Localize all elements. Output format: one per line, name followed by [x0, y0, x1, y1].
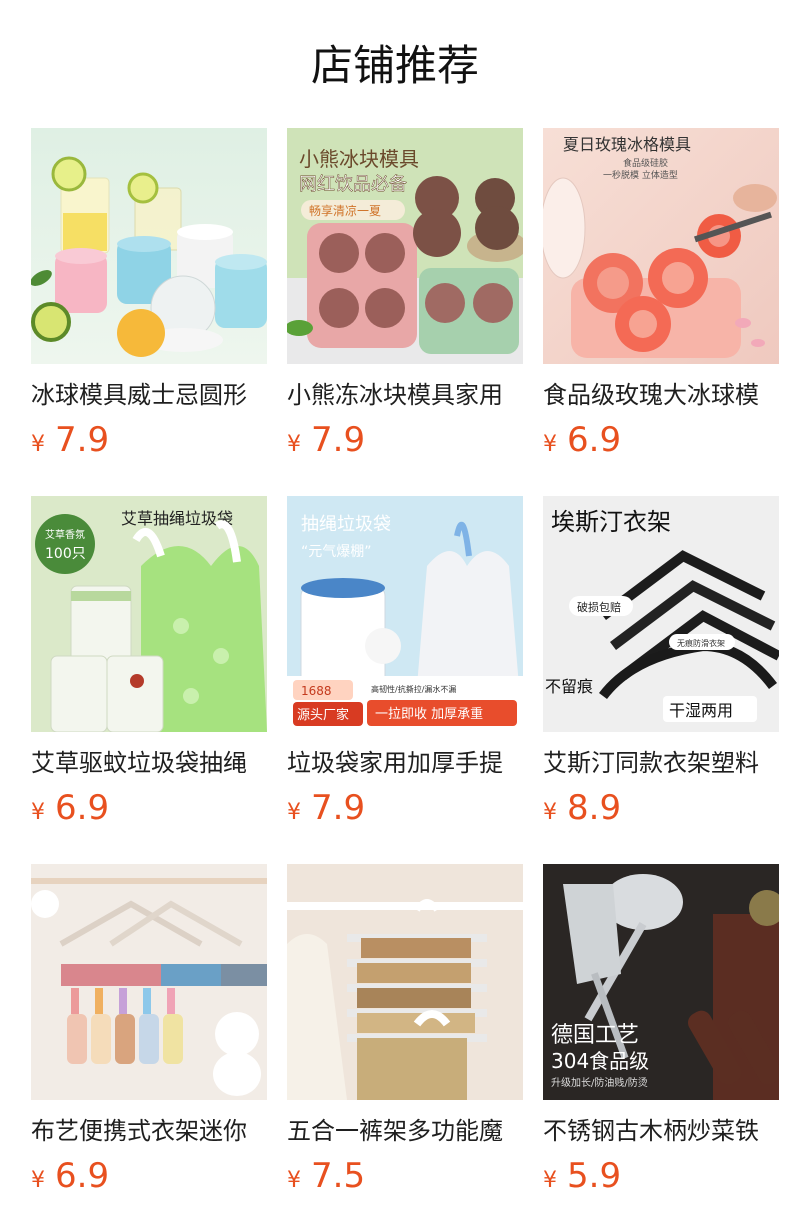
black-hangers-image: 埃斯汀衣架 破损包赔 无痕防滑衣架 不留痕 干湿两用	[543, 496, 779, 732]
product-card[interactable]: 小熊冰块模具 网红饮品必备 畅享清凉一夏 小熊冻冰块模具家用 ¥ 7.9	[287, 128, 523, 482]
image-badge: 艾草香氛	[45, 528, 85, 541]
price-amount: 6.9	[55, 788, 110, 828]
image-badge: 源头厂家	[297, 707, 349, 723]
product-image[interactable]: 小熊冰块模具 网红饮品必备 畅享清凉一夏	[287, 128, 523, 364]
product-card[interactable]: 艾草抽绳垃圾袋 艾草香氛 100只 艾草驱蚊垃圾袋抽绳 ¥ 6.9	[31, 496, 267, 850]
product-card[interactable]: 五合一裤架多功能魔 ¥7.5	[287, 864, 523, 1218]
rose-ice-mold-image: 夏日玫瑰冰格模具 食品级硅胶 一秒脱模 立体造型	[543, 128, 779, 364]
image-caption: 食品级硅胶	[623, 157, 668, 169]
image-caption: 一秒脱模 立体造型	[603, 169, 678, 181]
product-name: 食品级玫瑰大冰球模	[543, 381, 759, 409]
drawstring-trash-bag-image: 抽绳垃圾袋 “元气爆棚” 1688 源头厂家 高韧性/抗撕拉/漏水不漏 一拉即收…	[287, 496, 523, 732]
price-amount: 7.9	[311, 788, 366, 828]
product-card[interactable]: 德国工艺 304食品级 升级加长/防油贱/防烫 不锈钢古木柄炒菜铁 ¥5.9	[543, 864, 779, 1218]
product-name: 小熊冻冰块模具家用	[287, 381, 503, 409]
image-caption: 夏日玫瑰冰格模具	[563, 135, 691, 154]
price-amount: 6.9	[567, 420, 622, 460]
product-image[interactable]: 艾草抽绳垃圾袋 艾草香氛 100只	[31, 496, 267, 732]
price-amount: 6.9	[55, 1156, 110, 1196]
product-grid: 冰球模具威士忌圆形 ¥7.9 小熊冰块模具 网红饮品必备 畅享清凉一夏 小熊冻冰…	[31, 128, 779, 1218]
image-caption: 一拉即收 加厚承重	[375, 706, 483, 722]
product-name: 不锈钢古木柄炒菜铁	[543, 1117, 759, 1145]
image-caption: 埃斯汀衣架	[551, 508, 671, 536]
product-price: ¥7.9	[31, 420, 267, 460]
currency-symbol: ¥	[287, 1168, 301, 1193]
product-card[interactable]: 埃斯汀衣架 破损包赔 无痕防滑衣架 不留痕 干湿两用 艾斯汀同款衣架塑料 ¥ 8…	[543, 496, 779, 850]
currency-symbol: ¥	[287, 800, 301, 825]
currency-symbol: ¥	[543, 800, 557, 825]
currency-symbol: ¥	[543, 432, 557, 457]
product-price: ¥6.9	[543, 420, 779, 460]
product-image[interactable]	[31, 864, 267, 1100]
pants-rack-image	[287, 864, 523, 1100]
currency-symbol: ¥	[543, 1168, 557, 1193]
product-image[interactable]: 德国工艺 304食品级 升级加长/防油贱/防烫	[543, 864, 779, 1100]
price-amount: 7.5	[311, 1156, 366, 1196]
product-image[interactable]: 夏日玫瑰冰格模具 食品级硅胶 一秒脱模 立体造型	[543, 128, 779, 364]
image-caption: 高韧性/抗撕拉/漏水不漏	[371, 684, 456, 694]
image-caption: 小熊冰块模具	[299, 147, 419, 171]
product-card[interactable]: 布艺便携式衣架迷你 ¥6.9	[31, 864, 267, 1218]
currency-symbol: ¥	[31, 432, 45, 457]
image-caption: 抽绳垃圾袋	[301, 514, 391, 535]
ice-ball-molds-image	[31, 128, 267, 364]
page-title: 店铺推荐	[310, 41, 479, 90]
price-amount: 8.9	[567, 788, 622, 828]
product-price: ¥8.9	[543, 788, 779, 828]
product-name: 冰球模具威士忌圆形	[31, 381, 247, 409]
product-name: 五合一裤架多功能魔	[287, 1117, 503, 1145]
product-image[interactable]: 埃斯汀衣架 破损包赔 无痕防滑衣架 不留痕 干湿两用	[543, 496, 779, 732]
product-price: ¥7.9	[287, 788, 523, 828]
product-name: 垃圾袋家用加厚手提	[287, 749, 503, 777]
price-amount: 5.9	[567, 1156, 622, 1196]
price-amount: 7.9	[55, 420, 110, 460]
sock-clip-hanger-image	[31, 864, 267, 1100]
image-badge: 1688	[301, 684, 332, 698]
image-caption: 不留痕	[545, 677, 593, 696]
image-caption: 升级加长/防油贱/防烫	[551, 1076, 648, 1089]
image-caption: 艾草抽绳垃圾袋	[121, 509, 233, 528]
image-caption: 畅享清凉一夏	[309, 203, 381, 218]
product-image[interactable]: 抽绳垃圾袋 “元气爆棚” 1688 源头厂家 高韧性/抗撕拉/漏水不漏 一拉即收…	[287, 496, 523, 732]
image-badge: 100只	[45, 546, 86, 562]
product-card[interactable]: 冰球模具威士忌圆形 ¥7.9	[31, 128, 267, 482]
product-name: 布艺便携式衣架迷你	[31, 1117, 247, 1145]
currency-symbol: ¥	[31, 800, 45, 825]
image-caption: 干湿两用	[669, 701, 733, 720]
product-price: ¥6.9	[31, 788, 267, 828]
product-card[interactable]: 抽绳垃圾袋 “元气爆棚” 1688 源头厂家 高韧性/抗撕拉/漏水不漏 一拉即收…	[287, 496, 523, 850]
product-card[interactable]: 夏日玫瑰冰格模具 食品级硅胶 一秒脱模 立体造型 食品级玫瑰大冰球模 ¥ 6.9	[543, 128, 779, 482]
product-price: ¥5.9	[543, 1156, 779, 1196]
product-image[interactable]	[31, 128, 267, 364]
image-caption: 304食品级	[551, 1049, 649, 1073]
product-image[interactable]	[287, 864, 523, 1100]
mugwort-trash-bag-image: 艾草抽绳垃圾袋 艾草香氛 100只	[31, 496, 267, 732]
bear-ice-mold-image: 小熊冰块模具 网红饮品必备 畅享清凉一夏	[287, 128, 523, 364]
currency-symbol: ¥	[287, 432, 301, 457]
image-caption: 网红饮品必备	[299, 174, 407, 195]
currency-symbol: ¥	[31, 1168, 45, 1193]
image-caption: 德国工艺	[551, 1023, 639, 1048]
product-price: ¥6.9	[31, 1156, 267, 1196]
product-name: 艾草驱蚊垃圾袋抽绳	[31, 749, 247, 777]
product-price: ¥7.5	[287, 1156, 523, 1196]
image-caption: 破损包赔	[577, 600, 621, 614]
product-name: 艾斯汀同款衣架塑料	[543, 749, 759, 777]
image-caption: “元气爆棚”	[301, 544, 372, 560]
product-price: ¥7.9	[287, 420, 523, 460]
steel-spatula-ladle-image: 德国工艺 304食品级 升级加长/防油贱/防烫	[543, 864, 779, 1100]
recommend-page: 店铺推荐 冰球模具威士忌圆形 ¥ 7.9 小熊冰块模具 网红饮品必备 畅享清凉一…	[0, 0, 790, 1232]
image-caption: 无痕防滑衣架	[677, 638, 725, 648]
price-amount: 7.9	[311, 420, 366, 460]
